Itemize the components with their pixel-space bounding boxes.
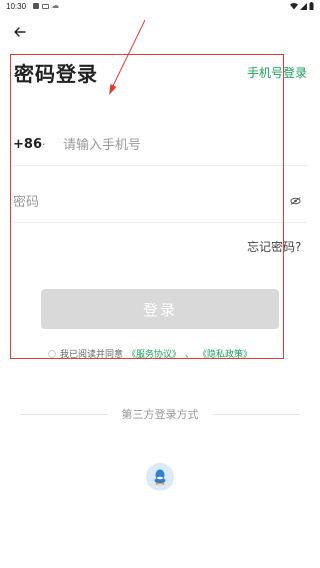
agreement-checkbox[interactable] [48, 349, 56, 358]
password-input[interactable] [13, 191, 263, 213]
login-button[interactable]: 登录 [41, 289, 279, 329]
agreement-separator: 、 [185, 350, 195, 360]
phone-login-link[interactable]: 手机号登录 [247, 64, 307, 81]
status-bar: 10:30 [0, 0, 320, 14]
notification-icons [33, 3, 59, 9]
phone-divider [13, 165, 307, 166]
password-divider [13, 222, 307, 223]
wifi-icon [290, 2, 298, 9]
battery-icon [309, 2, 314, 10]
third-party-header: 第三方登录方式 [20, 406, 300, 422]
country-code-separator: · [42, 138, 46, 151]
page-title: 密码登录 [14, 62, 98, 86]
agreement-row: 我已阅读并同意 《服务协议》 、 《隐私政策》 [48, 347, 252, 360]
agreement-prefix: 我已阅读并同意 [60, 350, 124, 360]
qq-icon [154, 469, 166, 485]
third-party-title: 第三方登录方式 [121, 408, 199, 421]
notification-icon [42, 3, 49, 9]
divider-line [212, 413, 300, 415]
service-agreement-link[interactable]: 《服务协议》 [127, 347, 181, 360]
status-indicators [290, 2, 314, 10]
forgot-password-link[interactable]: 忘记密码? [247, 238, 301, 255]
status-time: 10:30 [6, 2, 27, 11]
country-code-selector[interactable]: +86 [13, 137, 42, 152]
qq-login-button[interactable] [146, 463, 174, 491]
privacy-policy-link[interactable]: 《隐私政策》 [198, 347, 252, 360]
notification-icon [33, 3, 39, 9]
password-visibility-toggle[interactable] [288, 194, 302, 208]
signal-icon [300, 2, 307, 10]
arrow-left-icon [14, 27, 26, 37]
phone-input[interactable] [63, 134, 263, 156]
back-button[interactable] [10, 22, 30, 42]
divider-line [20, 413, 108, 415]
eye-off-icon [289, 197, 301, 205]
cloud-icon [52, 4, 59, 8]
